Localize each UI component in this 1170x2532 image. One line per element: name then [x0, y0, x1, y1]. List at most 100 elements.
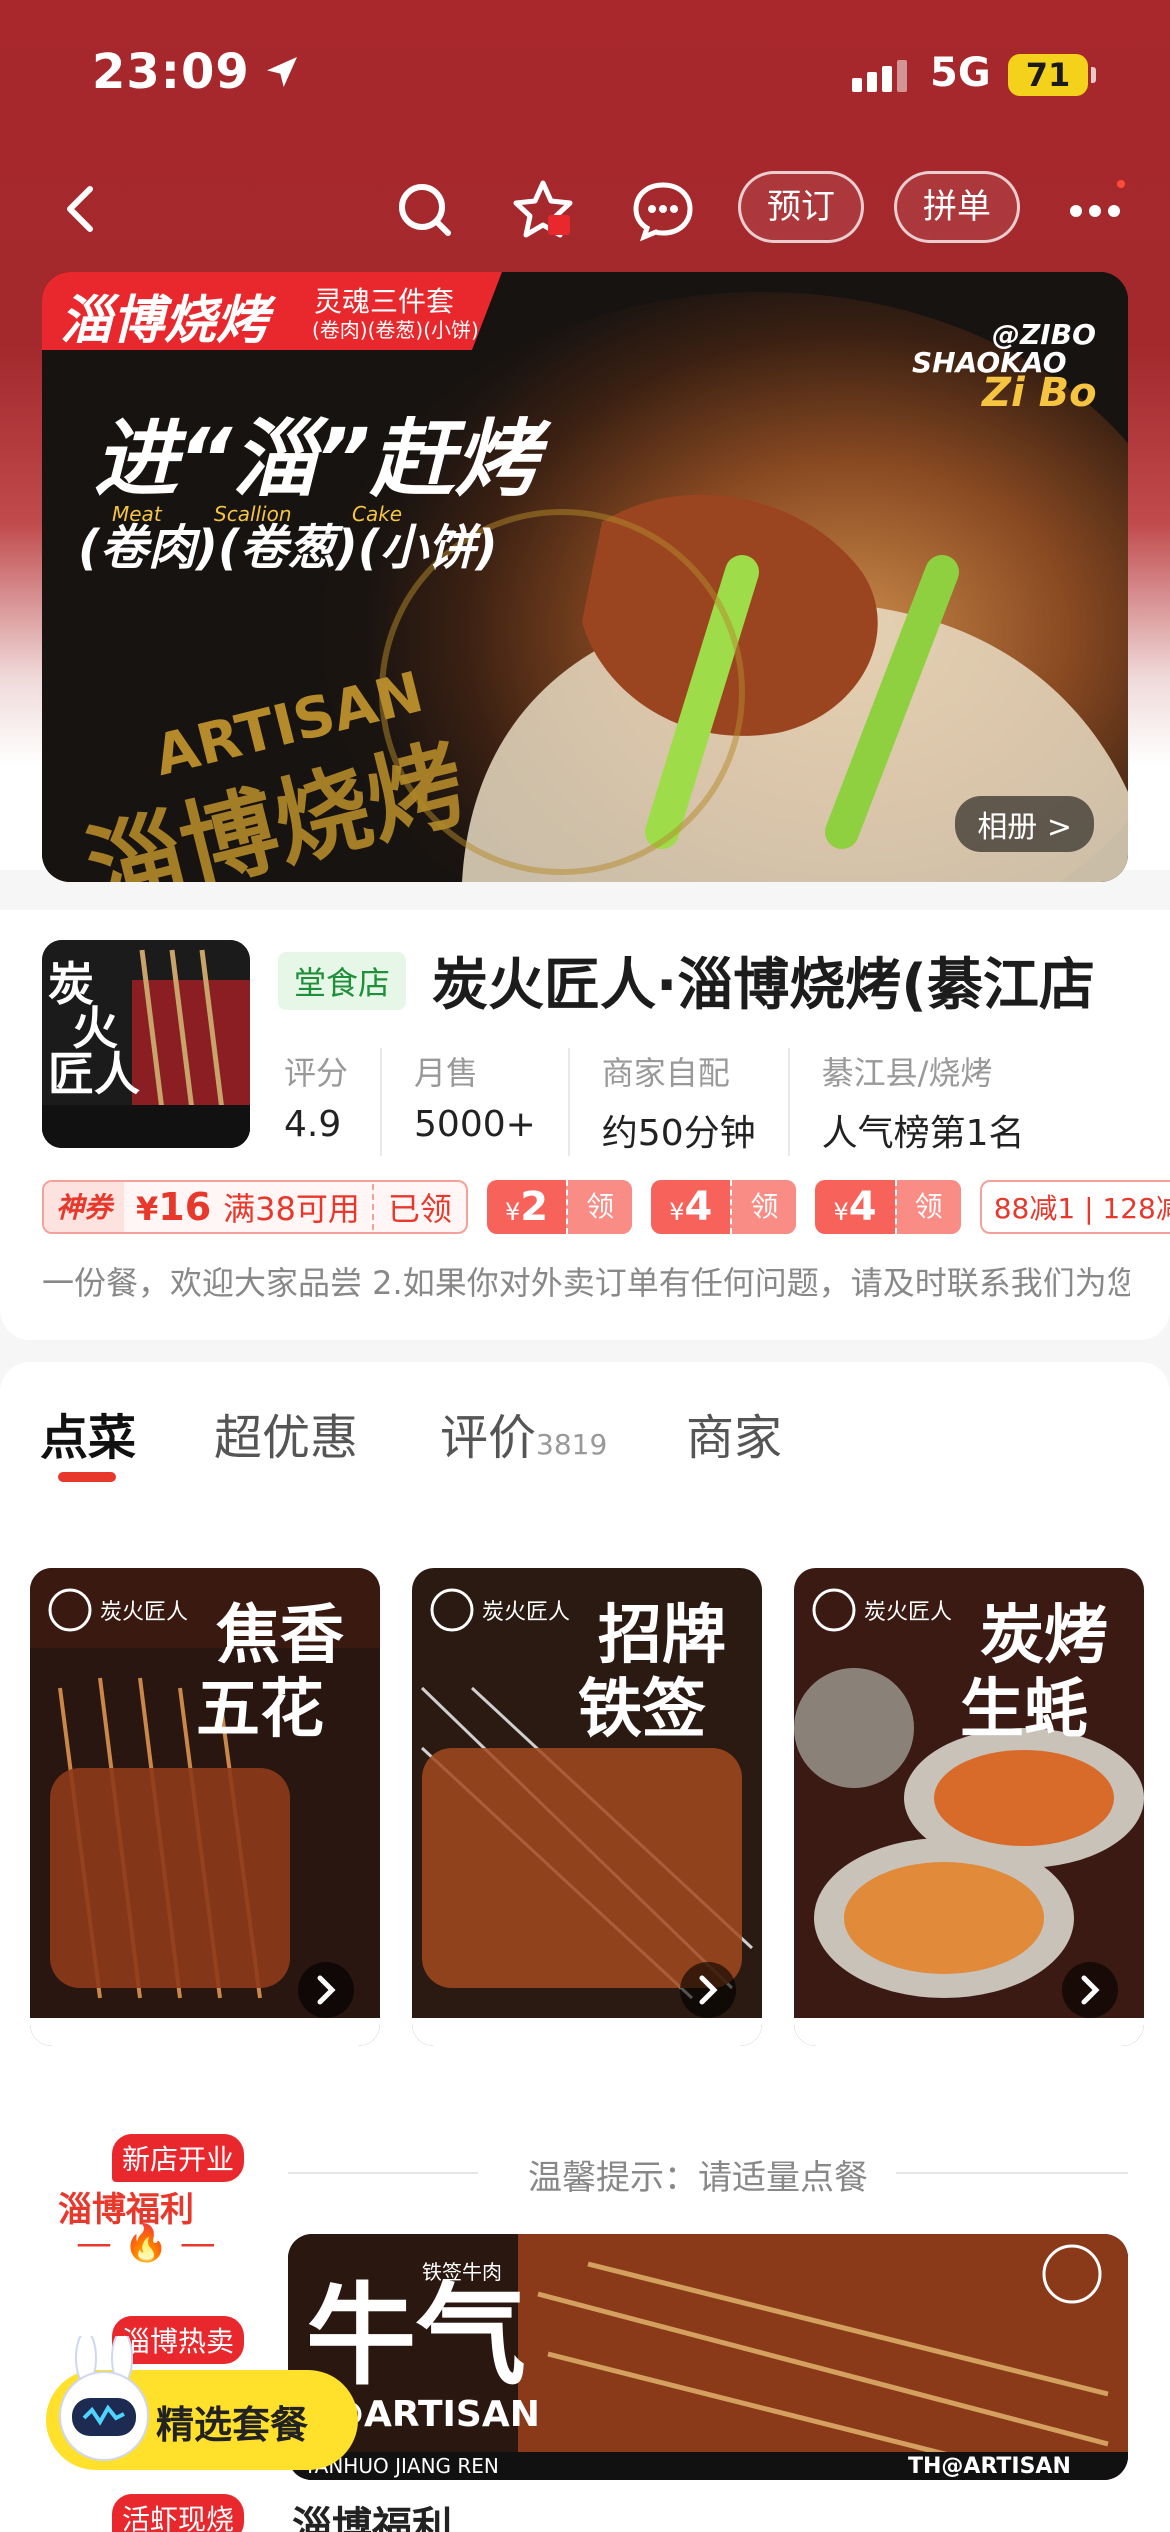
divider	[288, 2172, 478, 2174]
coupon-amount-value: 4	[848, 1184, 877, 1230]
dine-in-tag: 堂食店	[278, 952, 407, 1010]
coupon-claimed: 已领	[371, 1184, 466, 1230]
coupon-amount: ¥2	[487, 1184, 566, 1230]
store-notice[interactable]: 一份餐，欢迎大家品尝 2.如果你对外卖订单有任何问题，请及时联系我们为您处理	[42, 1258, 1130, 1304]
promo-artisan: @ARTISAN	[328, 2394, 540, 2435]
stat-label: 评分	[284, 1054, 349, 1092]
album-button[interactable]: 相册 >	[955, 796, 1094, 852]
claim-button[interactable]: 领	[566, 1180, 633, 1234]
stat-value: 4.9	[284, 1104, 342, 1145]
robot-mascot-icon	[59, 2336, 149, 2461]
featured-combo-button[interactable]: 精选套餐	[46, 2336, 358, 2470]
currency-symbol: ¥	[505, 1198, 521, 1226]
battery-indicator: 71	[1008, 54, 1096, 96]
store-logo-art: 炭 火 匠人	[42, 940, 250, 1148]
stat-value: 5000+	[414, 1104, 536, 1145]
review-count: 3819	[536, 1428, 608, 1461]
stat-monthly-sales: 月售 5000+	[414, 1048, 570, 1156]
coupon-main[interactable]: 神券 ¥16 满38可用 已领	[42, 1180, 468, 1234]
product-promo-banner[interactable]: 牛气 铁签牛肉 @ARTISAN TANHUO JIANG REN TH@ART…	[288, 2234, 1128, 2480]
currency-symbol: ¥	[833, 1198, 849, 1226]
stat-ranking[interactable]: 綦江县/烧烤 人气榜第1名	[822, 1048, 1057, 1156]
coupon-badge: 神券	[44, 1182, 125, 1232]
stat-label: 商家自配	[601, 1054, 730, 1092]
claim-button[interactable]: 领	[730, 1180, 797, 1234]
svg-text:匠人: 匠人	[48, 1047, 140, 1101]
tab-merchant[interactable]: 商家	[686, 1398, 782, 1468]
store-name: 炭火匠人·淄博烧烤(綦江店	[432, 953, 1095, 1018]
coupon-amount-value: 16	[158, 1185, 212, 1229]
coupon-amount: ¥16	[124, 1185, 223, 1229]
stat-label: 月售	[414, 1054, 479, 1092]
stat-value: 人气榜第1名	[821, 1113, 1025, 1154]
featured-card-title-2: 铁签	[578, 1673, 706, 1747]
reserve-button[interactable]: 预订	[738, 171, 864, 243]
tab-label: 评价	[440, 1410, 537, 1466]
featured-card-brand: 炭火匠人	[100, 1600, 189, 1625]
back-arrow-icon[interactable]	[52, 179, 112, 239]
tab-reviews[interactable]: 评价3819	[440, 1398, 607, 1468]
location-arrow-icon	[266, 57, 297, 87]
chevron-right-icon[interactable]	[1062, 1962, 1118, 2018]
store-banner[interactable]: 淄博烧烤 灵魂三件套 (卷肉)(卷葱)(小饼) 进“淄”赶烤 Meat Scal…	[42, 272, 1128, 882]
favorite-star-icon[interactable]	[510, 177, 576, 243]
status-bar: 23:09 5G 71	[0, 0, 1170, 150]
active-tab-indicator	[58, 1472, 116, 1482]
chevron-right-icon[interactable]	[298, 1962, 354, 2018]
store-info-card: 炭 火 匠人 堂食店 炭火匠人·淄博烧烤(綦江店 评分 4.9 月售 5000+…	[0, 910, 1170, 1340]
notification-dot	[1115, 178, 1127, 190]
banner-headline: 进“淄”赶烤	[94, 410, 539, 508]
tab-label: 点菜	[40, 1410, 137, 1466]
stat-delivery: 商家自配 约50分钟	[602, 1048, 790, 1156]
divider	[896, 2172, 1128, 2174]
coupon-claim-4a[interactable]: ¥4 领	[651, 1180, 797, 1234]
search-icon[interactable]	[392, 177, 458, 243]
message-icon[interactable]	[630, 177, 696, 243]
featured-card[interactable]: 炭火匠人 炭烤 生蚝	[794, 1568, 1144, 2046]
coupon-amount-value: 2	[520, 1184, 549, 1230]
category-badge[interactable]: 活虾现烧	[112, 2494, 245, 2532]
coupon-amount: ¥4	[651, 1184, 730, 1230]
banner-items-line: (卷肉)(卷葱)(小饼)	[78, 520, 498, 576]
top-nav-bar: 预订 拼单	[0, 165, 1170, 255]
coupon-claim-2[interactable]: ¥2 领	[487, 1180, 633, 1234]
tab-label: 商家	[686, 1410, 783, 1466]
banner-tag-script: Zi Bo	[982, 370, 1097, 416]
coupon-condition: 满38可用	[223, 1190, 360, 1228]
store-stats: 评分 4.9 月售 5000+ 商家自配 约50分钟 綦江县/烧烤 人气榜第1名	[284, 1048, 1089, 1156]
banner-brand: 淄博烧烤	[60, 291, 269, 351]
tab-label: 超优惠	[214, 1410, 359, 1466]
claim-button[interactable]: 领	[894, 1180, 961, 1234]
chevron-right-icon[interactable]	[680, 1962, 736, 2018]
banner-sub-items: (卷肉)(卷葱)(小饼)	[312, 318, 479, 342]
currency-symbol: ¥	[669, 1198, 685, 1226]
stat-value: 约50分钟	[601, 1113, 756, 1154]
portion-tip: 温馨提示：请适量点餐	[528, 2158, 868, 2198]
network-type: 5G	[930, 50, 991, 96]
featured-card[interactable]: 炭火匠人 焦香 五花	[30, 1568, 380, 2046]
coupon-amount-value: 4	[684, 1184, 713, 1230]
featured-card-title-2: 五花	[196, 1673, 324, 1747]
currency-symbol: ¥	[136, 1190, 159, 1228]
group-order-button[interactable]: 拼单	[894, 171, 1020, 243]
discount-tag[interactable]: 88减1 | 128减	[979, 1180, 1170, 1234]
coupon-claim-4b[interactable]: ¥4 领	[815, 1180, 961, 1234]
tab-order[interactable]: 点菜	[40, 1398, 136, 1468]
featured-combo-label: 精选套餐	[156, 2403, 309, 2447]
status-time-group: 23:09	[92, 44, 302, 100]
featured-card-brand: 炭火匠人	[482, 1600, 571, 1625]
stat-label: 綦江县/烧烤	[821, 1054, 993, 1092]
status-time: 23:09	[92, 44, 250, 100]
store-logo[interactable]: 炭 火 匠人	[42, 940, 250, 1148]
featured-card-brand: 炭火匠人	[864, 1600, 953, 1625]
tab-deals[interactable]: 超优惠	[214, 1398, 358, 1468]
category-badge: 新店开业	[112, 2134, 245, 2182]
featured-card-title-2: 生蚝	[960, 1673, 1088, 1747]
coupon-strip: 神券 ¥16 满38可用 已领 ¥2 领 ¥4 领 ¥4 领 88减1 | 12…	[42, 1180, 1170, 1236]
stat-rating: 评分 4.9	[284, 1048, 383, 1156]
promo-small-text: 铁签牛肉	[422, 2260, 502, 2284]
promo-footer-right: TH@ARTISAN	[908, 2454, 1071, 2479]
coupon-amount: ¥4	[815, 1184, 894, 1230]
featured-card[interactable]: 炭火匠人 招牌 铁签	[412, 1568, 762, 2046]
fire-icon: — 🔥 —	[76, 2223, 216, 2264]
